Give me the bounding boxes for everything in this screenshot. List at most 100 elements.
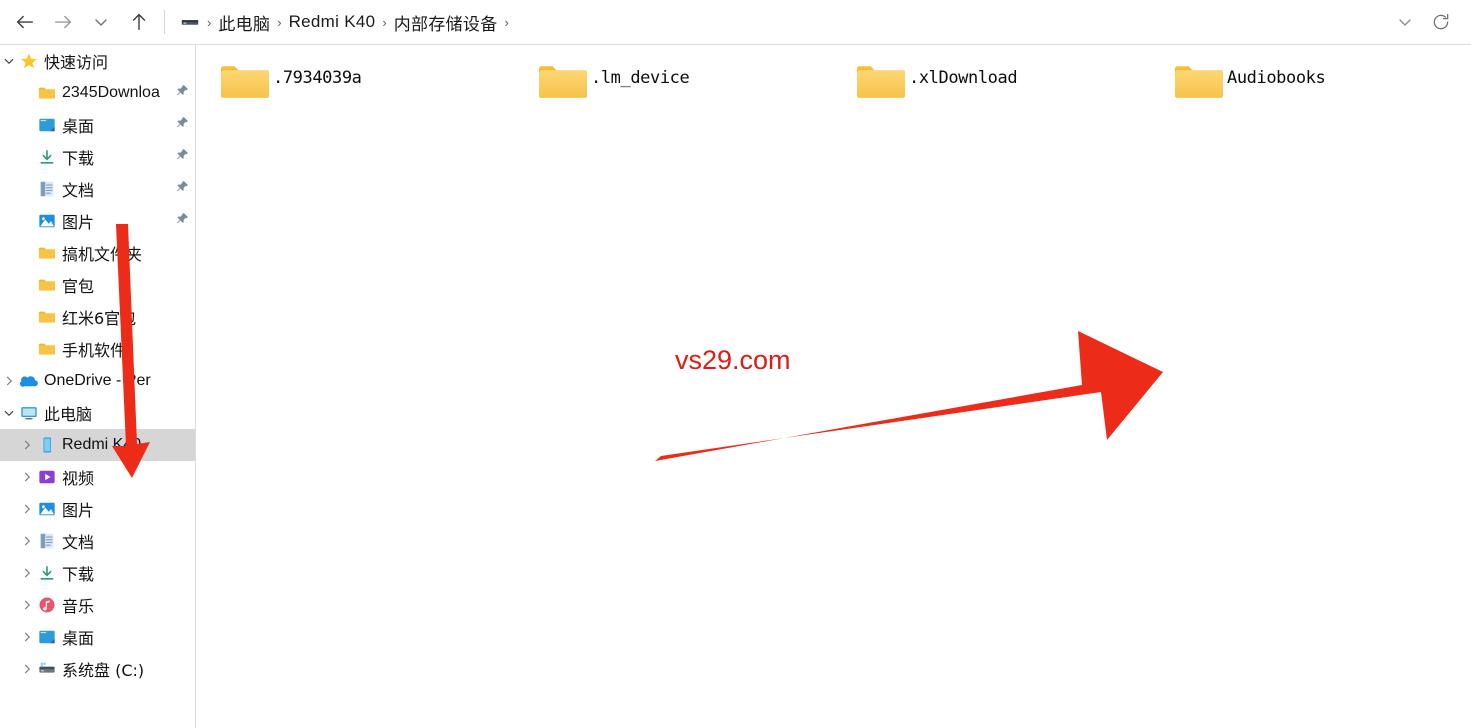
- pin-icon[interactable]: [176, 148, 189, 166]
- big-folder-icon: [217, 60, 273, 116]
- recent-locations-button[interactable]: [82, 5, 120, 39]
- sidebar-item-label: 文档: [62, 533, 95, 552]
- arrow-right-icon: [54, 15, 72, 29]
- file-name: .7934039a: [273, 68, 362, 88]
- download-icon: [36, 563, 58, 583]
- up-one-level-button[interactable]: [120, 5, 158, 39]
- file-item-text: .xlDownload: [909, 60, 1017, 89]
- folder-icon: [36, 83, 58, 103]
- chevron-right-icon[interactable]: [18, 631, 36, 643]
- more-options-button[interactable]: [1387, 5, 1423, 39]
- refresh-icon: [1433, 13, 1449, 30]
- sidebar-item-label: 红米6官包: [62, 309, 137, 328]
- address-toolbar: › 此电脑 › Redmi K40 › 内部存储设备 ›: [0, 0, 1471, 45]
- refresh-button[interactable]: [1423, 5, 1459, 39]
- file-item-text: Audiobooks: [1227, 60, 1325, 89]
- chevron-right-icon[interactable]: [18, 567, 36, 579]
- sidebar-item-[interactable]: 图片: [0, 205, 195, 237]
- folder-icon: [36, 243, 58, 263]
- sidebar-item-[interactable]: 下载: [0, 557, 195, 589]
- file-grid: .7934039a .lm_device .xlDownload Audiobooks…: [197, 46, 1471, 728]
- breadcrumb-item-redmi-k40[interactable]: Redmi K40: [284, 10, 381, 34]
- pin-icon[interactable]: [176, 212, 189, 230]
- chevron-right-icon[interactable]: [0, 375, 18, 387]
- file-explorer-window: › 此电脑 › Redmi K40 › 内部存储设备 › 快速访问 2345Dow…: [0, 0, 1471, 728]
- sidebar-item-redmi-k40[interactable]: Redmi K40: [0, 429, 195, 461]
- breadcrumb-item-internal-storage[interactable]: 内部存储设备: [389, 8, 503, 37]
- sidebar-item-[interactable]: 官包: [0, 269, 195, 301]
- sidebar-item-label: 下载: [62, 565, 95, 584]
- sidebar-item-label: 图片: [62, 213, 95, 232]
- chevron-right-icon[interactable]: [18, 439, 36, 451]
- sidebar-item-[interactable]: 桌面: [0, 621, 195, 653]
- navigation-pane[interactable]: 快速访问 2345Downloa 桌面 下载 文档 图片 搞机文件夹 官包 红米6官包 手机软件 O…: [0, 45, 196, 728]
- sidebar-item-label: 官包: [62, 277, 95, 296]
- folder-icon: [36, 339, 58, 359]
- breadcrumb-separator: ›: [277, 14, 282, 30]
- sidebar-item-[interactable]: 下载: [0, 141, 195, 173]
- sidebar-item-[interactable]: 搞机文件夹: [0, 237, 195, 269]
- chevron-down-icon: [95, 19, 107, 26]
- pictures-icon: [36, 499, 58, 519]
- chevron-right-icon[interactable]: [18, 471, 36, 483]
- chevron-down-icon[interactable]: [0, 55, 18, 67]
- file-name: .xlDownload: [909, 68, 1018, 88]
- pictures-icon: [36, 211, 58, 231]
- folder-icon: [36, 275, 58, 295]
- breadcrumb[interactable]: › 此电脑 › Redmi K40 › 内部存储设备 ›: [173, 0, 1387, 45]
- folder-item[interactable]: .7934039a: [217, 56, 535, 127]
- forward-button[interactable]: [44, 5, 82, 39]
- chevron-down-icon[interactable]: [0, 407, 18, 419]
- sidebar-item-6[interactable]: 红米6官包: [0, 301, 195, 333]
- arrow-left-icon: [16, 15, 34, 29]
- pin-icon[interactable]: [176, 180, 189, 198]
- sidebar-item-[interactable]: 快速访问: [0, 45, 195, 77]
- sidebar-item-[interactable]: 视频: [0, 461, 195, 493]
- sidebar-item-[interactable]: 文档: [0, 173, 195, 205]
- sidebar-item-[interactable]: 此电脑: [0, 397, 195, 429]
- file-name: Audiobooks: [1227, 68, 1326, 88]
- sidebar-item-c[interactable]: 系统盘 (C:): [0, 653, 195, 685]
- chevron-right-icon[interactable]: [18, 503, 36, 515]
- sidebar-item-label: 2345Downloa: [62, 84, 160, 101]
- pin-icon[interactable]: [176, 116, 189, 134]
- navigation-buttons: [0, 5, 173, 39]
- chevron-right-icon[interactable]: [18, 535, 36, 547]
- sidebar-item-[interactable]: 桌面: [0, 109, 195, 141]
- breadcrumb-separator: ›: [207, 14, 212, 30]
- toolbar-divider: [164, 10, 165, 34]
- sidebar-item-label: 桌面: [62, 117, 95, 136]
- file-name: .lm_device: [591, 68, 690, 88]
- breadcrumb-separator: ›: [382, 14, 387, 30]
- big-folder-icon: [1171, 60, 1227, 116]
- chevron-right-icon[interactable]: [18, 663, 36, 675]
- big-folder-icon: [535, 60, 591, 116]
- file-item-text: .lm_device: [591, 60, 689, 89]
- breadcrumb-item-this-pc[interactable]: 此电脑: [213, 8, 275, 37]
- big-folder-icon: [853, 60, 909, 116]
- desktop-icon: [36, 627, 58, 647]
- sidebar-item-label: 图片: [62, 501, 95, 520]
- chevron-down-icon: [1399, 19, 1411, 26]
- sidebar-item-label: 视频: [62, 469, 95, 488]
- file-list-pane[interactable]: .7934039a .lm_device .xlDownload Audiobooks…: [197, 46, 1471, 728]
- folder-item[interactable]: .xlDownload: [853, 56, 1171, 127]
- download-icon: [36, 147, 58, 167]
- sidebar-item-label: 桌面: [62, 629, 95, 648]
- folder-item[interactable]: Audiobooks: [1171, 56, 1471, 127]
- file-item-text: .7934039a: [273, 60, 362, 89]
- sidebar-item-[interactable]: 手机软件: [0, 333, 195, 365]
- folder-item[interactable]: .lm_device: [535, 56, 853, 127]
- pin-icon[interactable]: [176, 84, 189, 102]
- sidebar-item-[interactable]: 图片: [0, 493, 195, 525]
- chevron-right-icon[interactable]: [18, 599, 36, 611]
- sidebar-item-onedrive-per[interactable]: OneDrive - Per: [0, 365, 195, 397]
- folder-icon: [36, 307, 58, 327]
- sidebar-item-[interactable]: 音乐: [0, 589, 195, 621]
- sidebar-item-[interactable]: 文档: [0, 525, 195, 557]
- breadcrumb-separator: ›: [504, 14, 509, 30]
- sidebar-item-label: 文档: [62, 181, 95, 200]
- sidebar-item-2345downloa[interactable]: 2345Downloa: [0, 77, 195, 109]
- sidebar-item-label: 手机软件: [62, 341, 127, 360]
- back-button[interactable]: [6, 5, 44, 39]
